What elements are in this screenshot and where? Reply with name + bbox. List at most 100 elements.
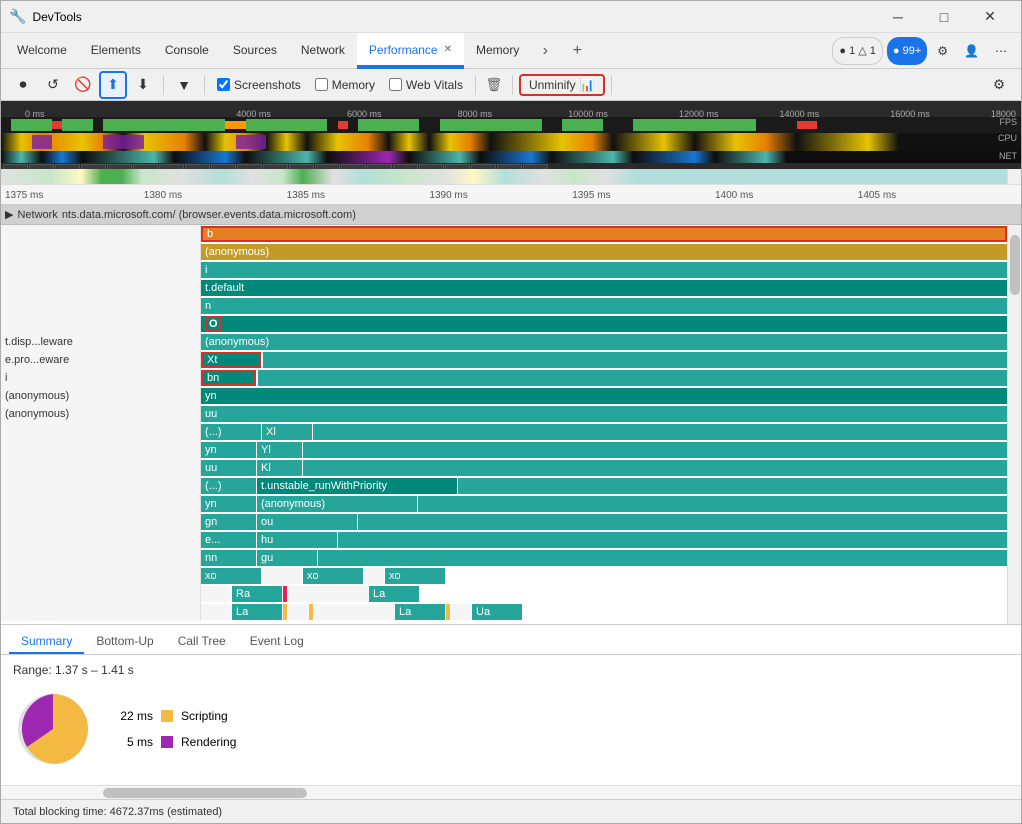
flame-bn[interactable]: bn bbox=[201, 370, 256, 386]
flame-Ra[interactable]: Ra bbox=[232, 586, 282, 602]
reload-record-button[interactable]: ↺ bbox=[39, 71, 67, 99]
flame-xo-2[interactable]: xo bbox=[303, 568, 363, 584]
flame-row-i-1[interactable]: i bbox=[1, 261, 1007, 279]
flame-scroll-area[interactable]: b (anonymous) bbox=[1, 225, 1007, 624]
flame-row-i-bn[interactable]: i bn bbox=[1, 369, 1007, 387]
tab-sources[interactable]: Sources bbox=[221, 33, 289, 69]
flame-row-tdisp[interactable]: t.disp...leware (anonymous) bbox=[1, 333, 1007, 351]
flame-vertical-scrollbar[interactable] bbox=[1007, 225, 1021, 624]
flame-Kl[interactable]: Kl bbox=[257, 460, 302, 476]
tab-call-tree[interactable]: Call Tree bbox=[166, 630, 238, 654]
flame-uu[interactable]: uu bbox=[201, 406, 1007, 422]
flame-Yl[interactable]: Yl bbox=[257, 442, 302, 458]
notifications-button[interactable]: ● 99+ bbox=[887, 37, 927, 65]
panel-settings-button[interactable]: ⚙ bbox=[985, 71, 1013, 99]
clear-button[interactable]: 🚫 bbox=[69, 71, 97, 99]
flame-rest-4[interactable] bbox=[458, 478, 1007, 494]
dropdown-button[interactable]: ▼ bbox=[170, 71, 198, 99]
flame-row-tdefault[interactable]: t.default bbox=[1, 279, 1007, 297]
flame-Ua[interactable]: Ua bbox=[472, 604, 522, 620]
flame-row-O[interactable]: O bbox=[1, 315, 1007, 333]
flame-Xl[interactable]: Xl bbox=[262, 424, 312, 440]
flame-La[interactable]: La bbox=[369, 586, 419, 602]
maximize-button[interactable]: □ bbox=[921, 1, 967, 33]
flame-gn[interactable]: gn bbox=[201, 514, 256, 530]
flame-row-gn-ou[interactable]: gn ou bbox=[1, 513, 1007, 531]
flame-i-bn-rest[interactable] bbox=[258, 370, 1007, 386]
screenshots-checkbox[interactable] bbox=[217, 78, 230, 91]
flame-yn[interactable]: yn bbox=[201, 388, 1007, 404]
flame-unstable[interactable]: t.unstable_runWithPriority bbox=[257, 478, 457, 494]
close-button[interactable]: ✕ bbox=[967, 1, 1013, 33]
tab-bottom-up[interactable]: Bottom-Up bbox=[84, 630, 165, 654]
flame-rest-6[interactable] bbox=[358, 514, 1007, 530]
delete-button[interactable]: 🗑 bbox=[482, 73, 506, 97]
flame-rest-3[interactable] bbox=[303, 460, 1007, 476]
minimap-scrollbar[interactable] bbox=[1007, 169, 1021, 185]
flame-epro-rest[interactable] bbox=[263, 352, 1007, 368]
h-scrollbar-thumb[interactable] bbox=[103, 788, 307, 798]
record-button[interactable]: ⏺ bbox=[9, 71, 37, 99]
download-button[interactable]: ⬇ bbox=[129, 71, 157, 99]
account-button[interactable]: 👤 bbox=[958, 37, 985, 65]
flame-row-nn-gu[interactable]: nn gu bbox=[1, 549, 1007, 567]
flame-rest-7[interactable] bbox=[338, 532, 1007, 548]
flame-e-ellipsis[interactable]: e... bbox=[201, 532, 256, 548]
flame-row-La-La-Ua[interactable]: La La Ua bbox=[1, 603, 1007, 621]
flame-xo-1[interactable]: xo bbox=[201, 568, 261, 584]
flame-yn2[interactable]: yn bbox=[201, 442, 256, 458]
new-tab-button[interactable]: + bbox=[563, 37, 591, 65]
flame-row-anon-uu[interactable]: (anonymous) uu bbox=[1, 405, 1007, 423]
flame-gu[interactable]: gu bbox=[257, 550, 317, 566]
flame-tdisp-right[interactable]: (anonymous) bbox=[201, 334, 1007, 350]
webvitals-checkbox-label[interactable]: Web Vitals bbox=[389, 78, 463, 92]
flame-nn[interactable]: nn bbox=[201, 550, 256, 566]
flame-tdefault[interactable]: t.default bbox=[201, 280, 1007, 296]
flame-Xt[interactable]: Xt bbox=[201, 352, 261, 368]
flame-n[interactable]: n bbox=[201, 298, 1007, 314]
flame-row-epro[interactable]: e.pro...eware Xt bbox=[1, 351, 1007, 369]
flame-row-b[interactable]: b bbox=[1, 225, 1007, 243]
flame-anonymous-1[interactable]: (anonymous) bbox=[201, 244, 1007, 260]
tab-summary[interactable]: Summary bbox=[9, 630, 84, 654]
flame-dotdot-1[interactable]: (...) bbox=[201, 424, 261, 440]
flame-yn3[interactable]: yn bbox=[201, 496, 256, 512]
minimize-button[interactable]: ─ bbox=[875, 1, 921, 33]
flame-row-yn-anon[interactable]: yn (anonymous) bbox=[1, 495, 1007, 513]
more-tabs-button[interactable]: › bbox=[531, 37, 559, 65]
flame-xo-3[interactable]: xo bbox=[385, 568, 445, 584]
flame-row-unstable[interactable]: (...) t.unstable_runWithPriority bbox=[1, 477, 1007, 495]
flame-scroll-thumb[interactable] bbox=[1010, 235, 1020, 295]
flame-row-e-hu[interactable]: e... hu bbox=[1, 531, 1007, 549]
flame-La-2[interactable]: La bbox=[395, 604, 445, 620]
flame-O[interactable]: O bbox=[201, 316, 1007, 332]
flame-row-yn-Yl[interactable]: yn Yl bbox=[1, 441, 1007, 459]
tab-welcome[interactable]: Welcome bbox=[5, 33, 79, 69]
flame-anon4[interactable]: (anonymous) bbox=[257, 496, 417, 512]
tab-memory[interactable]: Memory bbox=[464, 33, 531, 69]
memory-checkbox[interactable] bbox=[315, 78, 328, 91]
tab-event-log[interactable]: Event Log bbox=[238, 630, 316, 654]
flame-dotdot-2[interactable]: (...) bbox=[201, 478, 256, 494]
issues-button[interactable]: ● 1 △ 1 bbox=[832, 37, 883, 65]
h-scrollbar-track[interactable] bbox=[1, 786, 1021, 799]
flame-rest-8[interactable] bbox=[318, 550, 1007, 566]
flame-uu2[interactable]: uu bbox=[201, 460, 256, 476]
flame-row-uu-Kl[interactable]: uu Kl bbox=[1, 459, 1007, 477]
flame-row-dotdot-Xl[interactable]: (...) Xl bbox=[1, 423, 1007, 441]
flame-i-1[interactable]: i bbox=[201, 262, 1007, 278]
more-options-button[interactable]: ⋯ bbox=[989, 37, 1013, 65]
webvitals-checkbox[interactable] bbox=[389, 78, 402, 91]
flame-row-anon-yn[interactable]: (anonymous) yn bbox=[1, 387, 1007, 405]
network-expand-icon[interactable]: ▶ bbox=[5, 208, 13, 221]
tab-network[interactable]: Network bbox=[289, 33, 357, 69]
flame-row-anonymous-1[interactable]: (anonymous) bbox=[1, 243, 1007, 261]
flame-La-1[interactable]: La bbox=[232, 604, 282, 620]
upload-button[interactable]: ⬆ bbox=[99, 71, 127, 99]
flame-b[interactable]: b bbox=[201, 226, 1007, 242]
flame-row-n[interactable]: n bbox=[1, 297, 1007, 315]
flame-rest-1[interactable] bbox=[313, 424, 1007, 440]
screenshots-checkbox-label[interactable]: Screenshots bbox=[217, 78, 301, 92]
tab-console[interactable]: Console bbox=[153, 33, 221, 69]
flame-row-Ra-La[interactable]: Ra La bbox=[1, 585, 1007, 603]
